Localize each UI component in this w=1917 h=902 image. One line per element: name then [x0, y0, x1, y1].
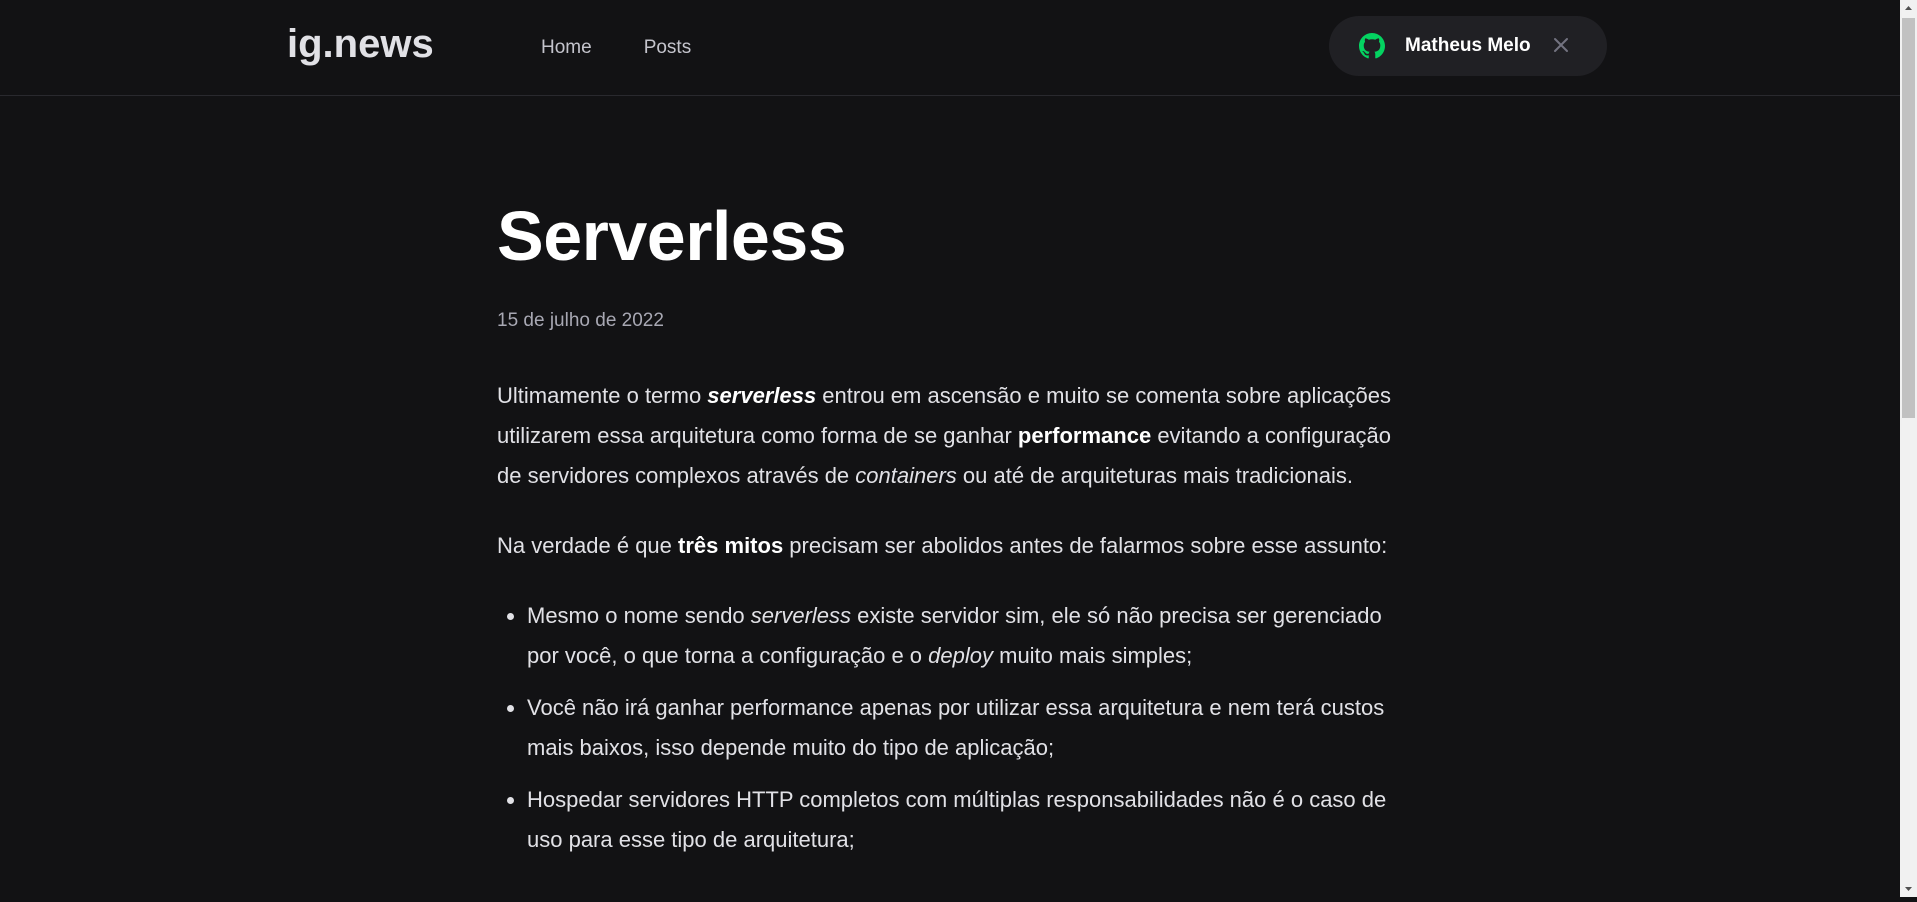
post-content: Ultimamente o termo serverless entrou em…	[497, 376, 1407, 872]
main-nav: Home Posts	[541, 0, 743, 95]
header-inner: ig.news Home Posts Matheus Melo	[287, 0, 1607, 95]
site-logo[interactable]: ig.news	[287, 22, 434, 66]
github-icon	[1359, 33, 1385, 59]
close-icon[interactable]	[1549, 33, 1573, 57]
post-paragraph: Ultimamente o termo serverless entrou em…	[497, 383, 1391, 488]
scroll-down-arrow[interactable]	[1900, 880, 1917, 897]
post-paragraph: Na verdade é que três mitos precisam ser…	[497, 533, 1388, 558]
post-date: 15 de julho de 2022	[497, 310, 664, 331]
myths-list: Mesmo o nome sendo serverless existe ser…	[497, 596, 1407, 860]
scrollbar-thumb[interactable]	[1902, 18, 1915, 418]
list-item: Hospedar servidores HTTP completos com m…	[527, 780, 1407, 860]
vertical-scrollbar[interactable]	[1900, 0, 1917, 897]
site-header: ig.news Home Posts Matheus Melo	[0, 0, 1900, 96]
nav-home-link[interactable]: Home	[541, 0, 592, 95]
post-title: Serverless	[497, 197, 847, 275]
list-item: Mesmo o nome sendo serverless existe ser…	[527, 596, 1407, 676]
scroll-up-arrow[interactable]	[1900, 0, 1917, 17]
nav-posts-link[interactable]: Posts	[644, 0, 692, 95]
user-name: Matheus Melo	[1405, 35, 1531, 56]
list-item: Você não irá ganhar performance apenas p…	[527, 688, 1407, 768]
github-user-button[interactable]: Matheus Melo	[1329, 16, 1607, 76]
